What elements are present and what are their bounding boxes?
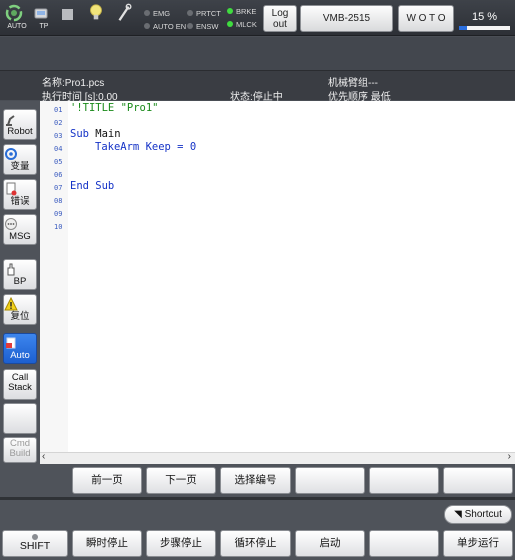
tp-label: TP [39, 23, 49, 30]
recycle-icon [5, 4, 23, 22]
woto-label: W O T O [406, 13, 446, 24]
scroll-right-icon[interactable]: › [508, 451, 511, 462]
code-line-4[interactable]: TakeArm Keep = 0 [95, 141, 196, 153]
cmd-build-button[interactable]: Cmd Build [3, 437, 37, 463]
prev-page-button[interactable]: 前一页 [72, 467, 142, 494]
logout-label-1: Log [271, 8, 289, 19]
code-line-3[interactable]: Sub Main [70, 128, 121, 140]
shortcut-icon: ◥ [454, 509, 462, 520]
error-document-icon [6, 182, 17, 196]
prtct-dot [187, 10, 193, 17]
error-button[interactable]: 错误 [3, 179, 37, 210]
function-button-6[interactable] [443, 467, 513, 494]
auto-label: AUTO [7, 23, 27, 30]
message-icon [5, 218, 17, 230]
robot-model-label: VMB-2515 [322, 13, 371, 24]
teach-pendant-icon [34, 8, 48, 19]
line-number: 08 [54, 197, 63, 205]
robot-button[interactable]: Robot [3, 109, 37, 140]
function-button-4[interactable] [295, 467, 365, 494]
shortcut-button[interactable]: ◥ Shortcut [444, 505, 512, 524]
instant-stop-button[interactable]: 瞬时停止 [72, 530, 142, 557]
code-editor[interactable]: 01 02 03 04 05 06 07 08 09 10 '!TITLE "P… [40, 101, 515, 464]
line-number: 06 [54, 171, 63, 179]
lamp-indicator[interactable] [86, 3, 112, 33]
ensw-dot [187, 23, 193, 30]
code-line-7[interactable]: End Sub [70, 180, 114, 192]
lightbulb-icon [90, 4, 102, 20]
line-gutter: 01 02 03 04 05 06 07 08 09 10 [40, 101, 68, 452]
function-button-row: 前一页 下一页 选择编号 [0, 464, 515, 497]
scroll-left-icon[interactable]: ‹ [42, 451, 45, 462]
next-page-button[interactable]: 下一页 [146, 467, 216, 494]
speed-bar-fill [459, 26, 467, 30]
tp-indicator[interactable]: TP [31, 3, 57, 33]
stop-indicator[interactable] [58, 3, 84, 33]
line-number: 09 [54, 210, 63, 218]
sub-keyword: Sub [70, 128, 89, 140]
shortcut-label: Shortcut [464, 509, 502, 520]
speed-bar[interactable] [459, 26, 510, 30]
program-info-bar: 名称:Pro1.pcs 执行时间 [s]:0.00 机械臂组--- 状态:停止中… [0, 70, 515, 103]
bp-button[interactable]: BP [3, 259, 37, 290]
call-stack-button[interactable]: Call Stack [3, 369, 37, 400]
variable-icon [5, 148, 17, 160]
line-number: 03 [54, 132, 63, 140]
mlck-dot [227, 21, 233, 28]
left-toolbar: Robot 变量 错误 MSG BP 复位 Auto Call Stack Cm… [0, 101, 40, 464]
cycle-stop-button[interactable]: 循环停止 [220, 530, 291, 557]
reset-button[interactable]: 复位 [3, 294, 37, 325]
auto-mode-indicator[interactable]: AUTO [4, 3, 30, 33]
speed-percent: 15 % [472, 11, 498, 23]
msg-button[interactable]: MSG [3, 214, 37, 245]
square-icon [62, 9, 73, 20]
line-number: 04 [54, 145, 63, 153]
empty-side-button[interactable] [3, 403, 37, 434]
mlck-indicator: MLCK [227, 20, 257, 29]
auto-en-indicator: AUTO EN [144, 22, 186, 31]
action-button-blank[interactable] [369, 530, 439, 557]
brke-indicator: BRKE [227, 7, 256, 16]
code-line-1[interactable]: '!TITLE "Pro1" [70, 102, 159, 114]
shift-button[interactable]: SHIFT [2, 530, 68, 557]
auto-mode-icon [6, 337, 16, 349]
emg-indicator: EMG [144, 9, 170, 18]
woto-button[interactable]: W O T O [398, 5, 454, 32]
line-number: 01 [54, 106, 63, 114]
logout-button[interactable]: Log out [263, 5, 297, 32]
single-step-button[interactable]: 单步运行 [443, 530, 513, 557]
auto-en-dot [144, 23, 150, 30]
function-button-5[interactable] [369, 467, 439, 494]
top-status-bar: AUTO TP EMG AUTO EN PRTCT ENSW BRKE MLCK… [0, 0, 515, 36]
hand-icon [7, 263, 15, 276]
auto-button[interactable]: Auto [3, 333, 37, 364]
robot-arm-icon [6, 115, 15, 126]
emg-dot [144, 10, 150, 17]
prtct-indicator: PRTCT [187, 9, 221, 18]
select-number-button[interactable]: 选择编号 [220, 467, 291, 494]
robot-model-button[interactable]: VMB-2515 [300, 5, 393, 32]
line-number: 05 [54, 158, 63, 166]
warning-icon [4, 297, 18, 311]
start-button[interactable]: 启动 [295, 530, 365, 557]
line-number: 02 [54, 119, 63, 127]
program-name: 名称:Pro1.pcs [42, 78, 105, 89]
brke-dot [227, 8, 233, 15]
shift-label: SHIFT [19, 540, 51, 552]
line-number: 07 [54, 184, 63, 192]
ensw-indicator: ENSW [187, 22, 219, 31]
sub-name: Main [88, 128, 121, 140]
wrench-icon [118, 3, 132, 21]
step-stop-button[interactable]: 步骤停止 [146, 530, 216, 557]
variable-button[interactable]: 变量 [3, 144, 37, 175]
toolbar-area [0, 37, 515, 70]
logout-label-2: out [273, 19, 287, 30]
horizontal-scrollbar[interactable]: ‹ › [40, 451, 515, 464]
arm-group: 机械臂组--- [328, 78, 378, 89]
tool-indicator[interactable] [114, 3, 140, 33]
line-number: 10 [54, 223, 63, 231]
